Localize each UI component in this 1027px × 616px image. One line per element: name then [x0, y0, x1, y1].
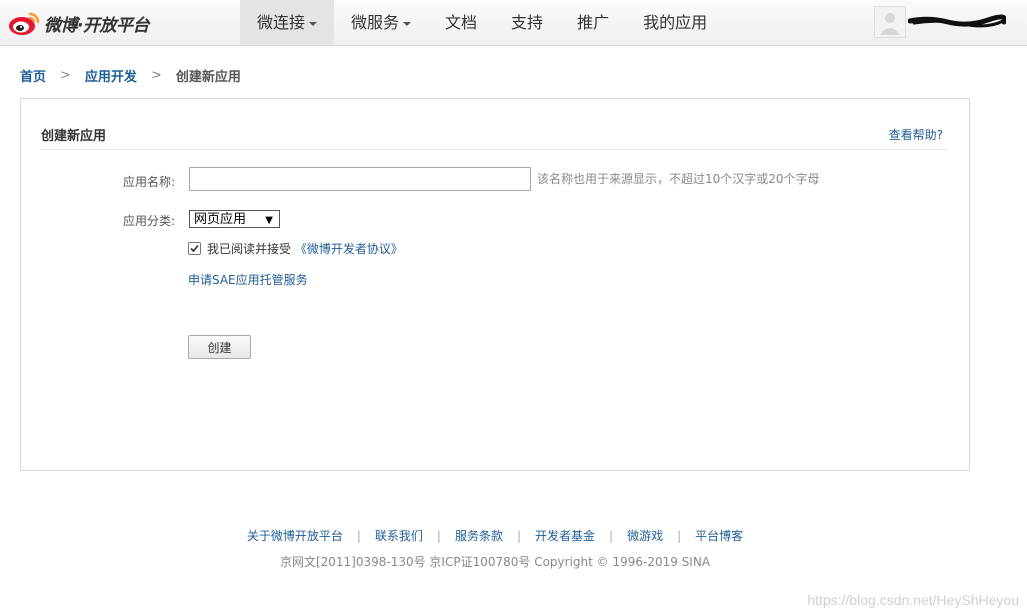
footer-separator: |	[436, 529, 441, 543]
avatar[interactable]	[874, 6, 906, 38]
app-name-hint: 该名称也用于来源显示，不超过10个汉字或20个字母	[537, 172, 820, 186]
watermark-text: https://blog.csdn.net/HeyShHeyou	[807, 592, 1019, 608]
panel-title: 创建新应用	[41, 129, 107, 144]
create-button[interactable]: 创建	[188, 335, 251, 359]
weibo-open-platform-logo[interactable]: 微博·开放平台	[8, 9, 149, 37]
dropdown-arrow-icon: ▼	[265, 215, 273, 226]
nav-label: 我的应用	[643, 13, 708, 32]
agree-checkbox[interactable]	[188, 242, 201, 255]
sae-hosting-link[interactable]: 申请SAE应用托管服务	[188, 271, 308, 288]
app-category-label: 应用分类:	[122, 214, 175, 228]
footer-link-blog[interactable]: 平台博客	[695, 529, 743, 543]
help-link[interactable]: 查看帮助?	[889, 126, 943, 143]
weibo-logo-icon	[8, 10, 40, 36]
footer-separator: |	[356, 529, 361, 543]
default-avatar-icon	[875, 7, 905, 37]
nav-item-micro-service[interactable]: 微服务	[334, 0, 428, 45]
nav-label: 微服务	[351, 13, 400, 32]
nav-item-my-apps[interactable]: 我的应用	[626, 0, 724, 45]
nav-label: 微连接	[257, 13, 306, 32]
nav-item-docs[interactable]: 文档	[428, 0, 494, 45]
breadcrumb-home[interactable]: 首页	[20, 66, 46, 85]
create-app-panel: 创建新应用 查看帮助? 应用名称: 该名称也用于来源显示，不超过10个汉字或20…	[20, 98, 970, 471]
footer-link-games[interactable]: 微游戏	[627, 529, 663, 543]
copyright-text: 京网文[2011]0398-130号 京ICP证100780号 Copyrigh…	[279, 555, 711, 569]
breadcrumb-separator: >	[150, 67, 162, 83]
app-name-input[interactable]	[189, 167, 531, 191]
footer-links: 关于微博开放平台 | 联系我们 | 服务条款 | 开发者基金 | 微游戏 | 平台博客	[0, 527, 990, 544]
footer-link-fund[interactable]: 开发者基金	[535, 529, 595, 543]
nav-label: 支持	[511, 13, 544, 32]
footer-separator: |	[516, 529, 522, 543]
app-category-select[interactable]: 网页应用 ▼	[189, 210, 280, 228]
select-value: 网页应用	[194, 212, 247, 227]
developer-agreement-link[interactable]: 《微博开发者协议》	[295, 242, 403, 256]
panel-divider	[41, 149, 947, 150]
chevron-down-icon	[403, 21, 412, 26]
checkmark-icon	[190, 244, 199, 253]
breadcrumb-current: 创建新应用	[175, 69, 241, 85]
breadcrumb: 首页 > 应用开发 > 创建新应用	[20, 66, 241, 85]
footer-link-contact[interactable]: 联系我们	[375, 529, 423, 543]
main-nav: 微连接 微服务 文档 支持 推广 我的应用	[240, 0, 724, 45]
nav-item-micro-connect[interactable]: 微连接	[240, 0, 335, 45]
agree-label: 我已阅读并接受	[207, 242, 292, 256]
nav-label: 文档	[445, 13, 478, 32]
nav-label: 推广	[577, 13, 610, 32]
nav-item-promotion[interactable]: 推广	[560, 0, 626, 45]
agree-text: 我已阅读并接受 《微博开发者协议》	[207, 240, 403, 257]
footer-link-about[interactable]: 关于微博开放平台	[247, 529, 343, 543]
top-navigation-bar: 微博·开放平台 微连接 微服务 文档 支持 推广 我的应用	[0, 0, 1027, 46]
breadcrumb-separator: >	[60, 67, 71, 83]
logo-text: 微博·开放平台	[44, 15, 149, 36]
app-name-label: 应用名称:	[122, 175, 175, 189]
footer-separator: |	[677, 529, 682, 543]
chevron-down-icon	[309, 21, 318, 26]
breadcrumb-app-dev[interactable]: 应用开发	[85, 66, 137, 85]
user-menu[interactable]	[874, 6, 1024, 38]
nav-item-support[interactable]: 支持	[494, 0, 560, 45]
redacted-username-scribble	[907, 14, 1008, 28]
footer-link-terms[interactable]: 服务条款	[455, 529, 503, 543]
footer-separator: |	[609, 529, 614, 543]
